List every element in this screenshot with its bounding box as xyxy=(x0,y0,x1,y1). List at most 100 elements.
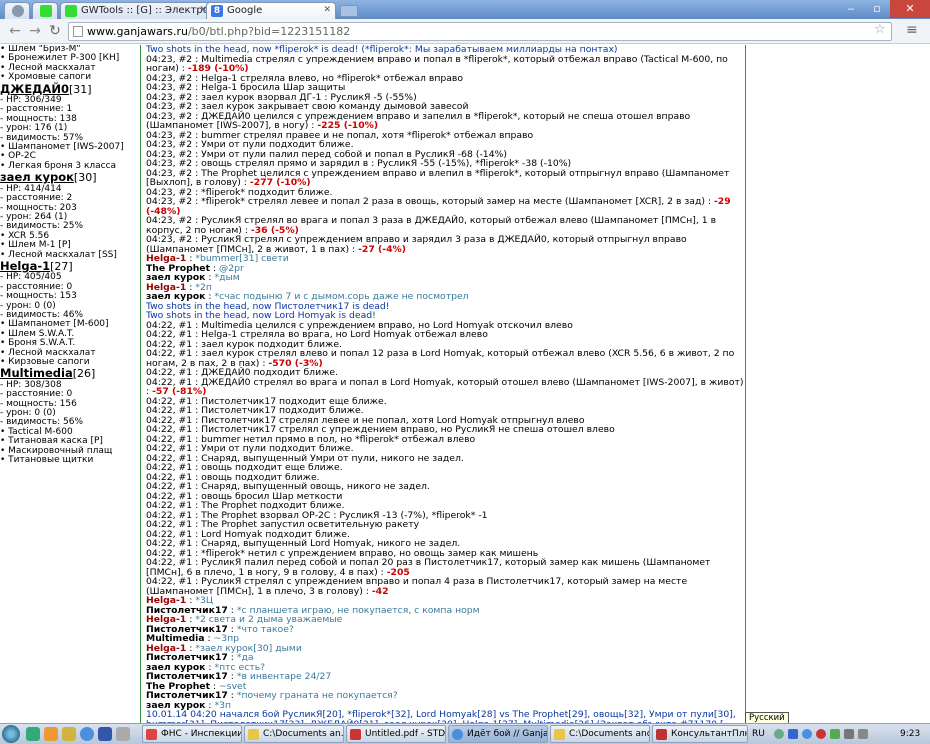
app-icon xyxy=(656,729,667,740)
damage-value: -27 (-4%) xyxy=(358,243,407,255)
player-level: [30] xyxy=(73,171,97,185)
battle-log: Two shots in the head, now *fliperok* is… xyxy=(140,45,746,723)
player-header: Helga-1[27] xyxy=(0,260,138,273)
taskbar-label: C:\Documents an... xyxy=(263,729,344,739)
tray-icon[interactable] xyxy=(802,729,812,739)
quicklaunch-icon[interactable] xyxy=(62,727,76,741)
taskbar-button[interactable]: C:\Documents and... xyxy=(550,725,650,743)
player-name-link[interactable]: ДЖЕДАЙ0 xyxy=(0,82,69,96)
windows-taskbar: ФНС - Инспекции... C:\Documents an... Un… xyxy=(0,723,930,744)
address-bar-input[interactable]: www.ganjawars.ru/b0/btl.php?bid=12231511… xyxy=(68,22,892,41)
new-tab-button[interactable] xyxy=(340,5,358,17)
quicklaunch-icon[interactable] xyxy=(116,727,130,741)
address-path: /b0/btl.php?bid=1223151182 xyxy=(187,25,351,38)
log-entry: 04:23, #2 : The Prophet целился с упрежд… xyxy=(146,167,730,188)
taskbar-button[interactable]: ФНС - Инспекции... xyxy=(142,725,242,743)
chat-message: Пистолетчик17 : *почему граната не покуп… xyxy=(146,691,745,701)
minimize-button[interactable]: ‒ xyxy=(838,0,864,18)
bookmark-star-icon[interactable]: ☆ xyxy=(874,22,886,37)
damage-value: -29 (-48%) xyxy=(146,196,731,217)
player-header: заел курок[30] xyxy=(0,171,138,184)
page-content: Шлем "Бриз-М"Бронежилет Р-300 [КН]Лесной… xyxy=(0,45,930,723)
tray-icon[interactable] xyxy=(774,729,784,739)
tray-icon[interactable] xyxy=(816,729,826,739)
back-arrow-icon[interactable]: ← xyxy=(6,22,24,40)
chat-text: *почему граната не покупается? xyxy=(236,690,398,701)
log-entry: 04:23, #2 : РусликЯ стрелял во врага и п… xyxy=(146,215,717,236)
start-button[interactable] xyxy=(2,725,20,743)
folder-icon xyxy=(554,729,565,740)
log-entry: 04:22, #1 : ДЖЕДАЙ0 стрелял во врага и п… xyxy=(146,376,744,397)
page-icon xyxy=(73,26,83,37)
app-icon xyxy=(146,729,157,740)
taskbar-label: Untitled.pdf - STD... xyxy=(365,729,446,739)
chat-text: *в инвентаре 24/27 xyxy=(236,671,332,682)
address-host: www.ganjawars.ru xyxy=(87,25,188,38)
taskbar-button-active[interactable]: Идёт бой // Ganja... xyxy=(448,725,548,743)
taskbar-label: ФНС - Инспекции... xyxy=(161,729,242,739)
tab-label: GWTools :: [G] :: Электрост... xyxy=(81,5,211,16)
taskbar-button[interactable]: C:\Documents an... xyxy=(244,725,344,743)
tab-google[interactable]: 8 Google ✕ xyxy=(206,2,336,19)
tab-gwtools[interactable]: GWTools :: [G] :: Электрост... ✕ xyxy=(60,2,212,19)
tab-pinned-1[interactable] xyxy=(4,2,30,19)
player-header: ДЖЕДАЙ0[31] xyxy=(0,83,138,96)
ganjawars-icon xyxy=(40,5,52,17)
player-level: [31] xyxy=(68,82,92,96)
battle-summary: 10.01.14 04:20 начался бой РусликЯ[20], … xyxy=(146,709,736,723)
reload-icon[interactable]: ↻ xyxy=(46,22,64,40)
network-icon[interactable] xyxy=(844,729,854,739)
taskbar-button[interactable]: КонсультантПлю... xyxy=(652,725,748,743)
log-entry: 04:22, #1 : заел курок стрелял влево и п… xyxy=(146,348,735,369)
ganjawars-icon xyxy=(65,5,77,17)
forward-arrow-icon[interactable]: → xyxy=(26,22,44,40)
player-name-link[interactable]: Helga-1 xyxy=(0,259,50,273)
right-empty-pane xyxy=(747,45,930,723)
taskbar-label: Идёт бой // Ganja... xyxy=(467,729,548,739)
close-window-button[interactable]: ✕ xyxy=(890,0,930,18)
tab-pinned-2[interactable] xyxy=(32,2,58,19)
damage-value: -42 xyxy=(371,585,389,597)
language-indicator[interactable]: RU xyxy=(752,725,765,743)
menu-wrench-icon[interactable]: ≡ xyxy=(906,22,918,38)
taskbar-button[interactable]: Untitled.pdf - STD... xyxy=(346,725,446,743)
quicklaunch-icon[interactable] xyxy=(98,727,112,741)
equipment-item: Титановые щитки xyxy=(0,455,138,465)
team-sidebar: Шлем "Бриз-М"Бронежилет Р-300 [КН]Лесной… xyxy=(0,45,138,723)
chat-text: *что такое? xyxy=(236,623,294,635)
folder-icon xyxy=(248,729,259,740)
quicklaunch-icon[interactable] xyxy=(44,727,58,741)
browser-tab-strip: GWTools :: [G] :: Электрост... ✕ 8 Googl… xyxy=(0,0,930,19)
close-tab-icon[interactable]: ✕ xyxy=(323,3,331,18)
pdf-icon xyxy=(350,729,361,740)
player-name-link[interactable]: Multimedia xyxy=(0,366,73,380)
chat-message: заел курок : *дым xyxy=(146,273,745,283)
player-header: Multimedia[26] xyxy=(0,367,138,380)
chat-text: *дым xyxy=(214,272,240,283)
chrome-icon xyxy=(452,729,463,740)
log-entry: 04:22, #1 : РусликЯ стрелял с упреждение… xyxy=(146,576,688,597)
taskbar-label: C:\Documents and... xyxy=(569,729,649,739)
log-entry: 04:23, #2 : *fliperok* стрелял левее и п… xyxy=(146,196,731,217)
tray-icon[interactable] xyxy=(788,729,798,739)
player-name-link[interactable]: заел курок xyxy=(0,170,74,184)
volume-icon[interactable] xyxy=(858,729,868,739)
tray-icon[interactable] xyxy=(830,729,840,739)
taskbar-label: КонсультантПлю... xyxy=(671,729,747,739)
clock: 9:23 xyxy=(900,729,921,739)
log-entry: 04:22, #1 : РусликЯ палил перед собой и … xyxy=(146,557,711,578)
maximize-button[interactable]: ▫ xyxy=(864,0,890,18)
system-tray: RU 9:23 xyxy=(750,725,930,743)
google-icon: 8 xyxy=(211,5,223,17)
player-level: [27] xyxy=(50,259,73,273)
log-entry: 04:23, #2 : РусликЯ стрелял с упреждение… xyxy=(146,234,687,255)
player-level: [26] xyxy=(72,367,96,381)
log-entry: 04:23, #2 : Multimedia стрелял с упрежде… xyxy=(146,53,728,74)
window-controls: ‒ ▫ ✕ xyxy=(838,0,930,18)
browser-toolbar: ← → ↻ www.ganjawars.ru/b0/btl.php?bid=12… xyxy=(0,19,930,44)
settings-icon xyxy=(12,5,24,17)
chrome-icon[interactable] xyxy=(80,727,94,741)
tab-label: Google xyxy=(227,5,263,16)
log-entry: 04:23, #2 : ДЖЕДАЙ0 целился с упреждение… xyxy=(146,110,691,131)
quicklaunch-icon[interactable] xyxy=(26,727,40,741)
